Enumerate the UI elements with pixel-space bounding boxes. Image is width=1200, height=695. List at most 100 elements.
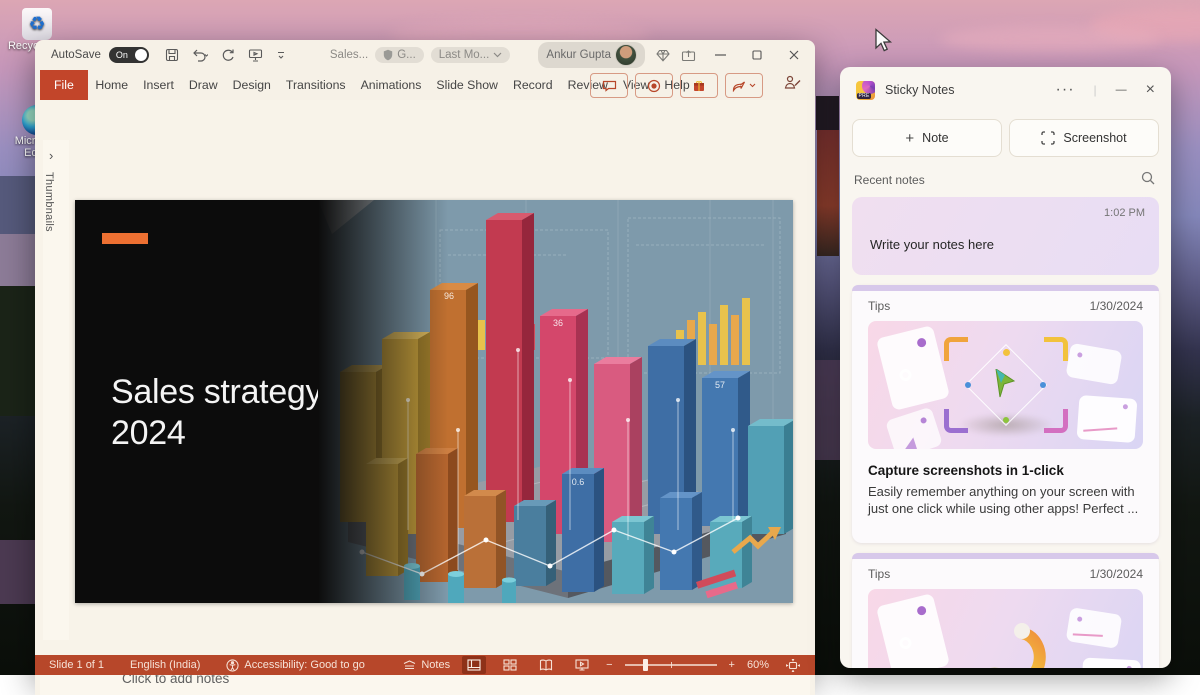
powerpoint-window: AutoSave On Sales... G... Last Mo... [35,40,815,675]
tips-illustration-swirl [868,589,1143,668]
quick-access-toolbar [165,48,286,62]
fit-to-window-button[interactable] [781,656,805,674]
preview-badge: PRE [857,93,871,99]
more-options-icon[interactable]: ··· [1056,81,1075,99]
tab-transitions[interactable]: Transitions [278,70,353,100]
search-icon[interactable] [1141,171,1155,190]
tips-card[interactable]: Tips 1/30/2024 [852,285,1159,543]
tab-insert[interactable]: Insert [136,70,182,100]
note-timestamp: 1:02 PM [1104,207,1145,219]
tab-file[interactable]: File [40,70,88,100]
note-text: Write your notes here [870,237,994,252]
tower-roof [816,96,839,130]
zoom-slider-tick [671,662,673,668]
note-card[interactable]: 1:02 PM Write your notes here [852,197,1159,275]
autosave-toggle[interactable]: On [109,47,149,63]
language-indicator[interactable]: English (India) [130,659,200,671]
tab-home[interactable]: Home [88,70,136,100]
tab-animations[interactable]: Animations [353,70,429,100]
zoom-slider[interactable] [625,664,717,666]
slide-title[interactable]: Sales strategy 2024 [111,372,322,454]
tips-illustration-screenshot [868,321,1143,449]
tips-label: Tips [868,567,890,581]
view-reading[interactable] [534,656,558,674]
tips-label: Tips [868,299,890,313]
crop-mark [944,409,968,433]
minimize-icon[interactable]: — [1116,84,1127,96]
landscape-band [0,540,35,604]
statusbar-right: Notes − + 60% [403,656,805,674]
tips-card-header: Tips 1/30/2024 [868,299,1143,313]
premium-diamond-icon[interactable] [656,49,670,62]
saved-status-label: Last Mo... [439,49,490,61]
record-button[interactable] [635,73,673,98]
slide-chart-image[interactable]: 96 36 57 0.6 [318,200,793,603]
save-icon[interactable] [165,48,179,62]
close-button[interactable] [781,44,807,66]
card-top-strip [852,553,1159,559]
close-icon[interactable]: × [1146,81,1155,99]
undo-icon[interactable] [192,49,208,62]
sensitivity-pill[interactable]: G... [375,47,424,63]
bar-label: 36 [553,318,563,328]
zoom-in-button[interactable]: + [729,659,735,671]
redo-icon[interactable] [221,48,235,62]
share-button[interactable] [725,73,763,98]
tab-design[interactable]: Design [225,70,278,100]
comments-button[interactable] [590,73,628,98]
share-window-icon[interactable] [681,49,696,62]
zoom-slider-thumb[interactable] [643,659,648,671]
bar-label: 57 [715,380,725,390]
tips-card[interactable]: Tips 1/30/2024 [852,553,1159,668]
minimize-button[interactable] [707,44,733,66]
screenshot-button[interactable]: Screenshot [1009,119,1159,157]
notes-toggle[interactable]: Notes [403,659,450,671]
tab-slide-show[interactable]: Slide Show [429,70,506,100]
slide-count[interactable]: Slide 1 of 1 [49,659,104,671]
accessibility-status[interactable]: Accessibility: Good to go [226,659,364,672]
new-note-button[interactable]: + Note [852,119,1002,157]
view-slideshow[interactable] [570,656,594,674]
slide-accent-bar [102,233,148,244]
shield-icon [383,49,393,61]
crop-mark [944,337,968,361]
floating-note [885,407,943,449]
thumbnails-label: Thumbnails [43,172,55,232]
start-presentation-icon[interactable] [248,48,263,62]
thumbnails-strip[interactable]: › Thumbnails [35,100,71,695]
powerpoint-statusbar: Slide 1 of 1 English (India) Accessibili… [35,655,815,675]
account-pill[interactable]: Ankur Gupta [538,42,645,68]
sensitivity-label: G... [397,49,416,61]
crop-mark [1044,409,1068,433]
customize-toolbar-icon[interactable] [276,50,286,60]
landscape-band [815,360,840,460]
cursor-arrow-graphic [992,369,1018,399]
slide-canvas[interactable]: Sales strategy 2024 [75,200,793,603]
view-normal[interactable] [462,656,486,674]
avatar [615,44,637,66]
addin-gift-button[interactable] [680,73,718,98]
expand-thumbnails-icon[interactable]: › [49,148,53,163]
floating-note [876,593,950,668]
view-slide-sorter[interactable] [498,656,522,674]
sticky-notes-window: PRE Sticky Notes ··· | — × + Note Screen… [840,67,1171,668]
titlebar-right: Ankur Gupta [538,42,807,68]
notes-icon [403,660,416,671]
plus-icon: + [905,130,914,147]
sticky-notes-app-icon: PRE [856,81,875,100]
saved-status-pill[interactable]: Last Mo... [431,47,511,63]
powerpoint-titlebar: AutoSave On Sales... G... Last Mo... [35,40,815,70]
document-title-cluster[interactable]: Sales... G... Last Mo... [330,47,510,63]
zoom-out-button[interactable]: − [606,659,612,671]
handle-dot [1040,382,1046,388]
ribbon-right-buttons [590,73,763,98]
maximize-button[interactable] [744,44,770,66]
toggle-knob [135,49,147,61]
tab-record[interactable]: Record [505,70,560,100]
landscape-band [0,176,35,234]
tab-draw[interactable]: Draw [181,70,225,100]
autosave-label: AutoSave [51,49,101,61]
zoom-level[interactable]: 60% [747,659,769,671]
editing-mode-icon[interactable] [784,75,801,95]
landscape-band [0,234,35,286]
